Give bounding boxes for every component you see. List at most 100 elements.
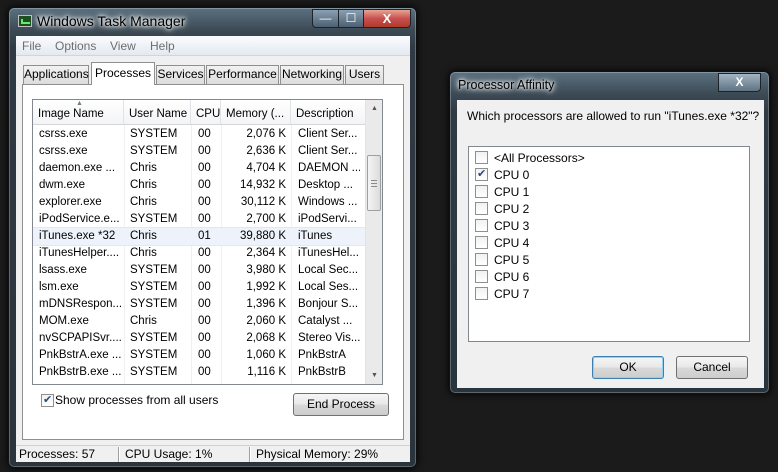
column-header-image-name[interactable]: ▲ Image Name — [33, 100, 124, 124]
column-header-description[interactable]: Description — [291, 100, 366, 124]
affinity-close-button[interactable]: X — [718, 73, 761, 92]
processor-label: CPU 4 — [494, 236, 530, 250]
tab-performance[interactable]: Performance — [206, 65, 279, 84]
table-row[interactable]: csrss.exe SYSTEM 00 2,636 K Client Ser... — [33, 143, 366, 160]
show-all-users-label[interactable]: Show processes from all users — [55, 393, 218, 407]
status-separator — [249, 447, 251, 462]
table-cell: 30,112 K — [240, 196, 286, 208]
processor-checkbox[interactable] — [475, 151, 488, 164]
table-row[interactable]: iTunes.exe *32 Chris 01 39,880 K iTunes — [33, 227, 367, 246]
table-cell: Bonjour S... — [298, 298, 359, 310]
tab-networking[interactable]: Networking — [280, 65, 344, 84]
table-cell: Client Ser... — [298, 128, 358, 140]
processor-label: CPU 6 — [494, 270, 530, 284]
table-row[interactable]: PnkBstrA.exe ... SYSTEM 00 1,060 K PnkBstrA — [33, 347, 366, 364]
maximize-button[interactable]: ☐ — [338, 9, 364, 28]
table-cell: Catalyst ... — [298, 315, 353, 327]
table-cell: 00 — [198, 332, 211, 344]
table-row[interactable]: nvSCPAPISvr.... SYSTEM 00 2,068 K Stereo Vis… — [33, 330, 366, 347]
table-cell: 00 — [198, 281, 211, 293]
cancel-button[interactable]: Cancel — [676, 356, 748, 379]
table-cell: 2,364 K — [246, 247, 286, 259]
table-cell: mDNSRespon... — [39, 298, 123, 310]
processor-checkbox[interactable] — [475, 167, 488, 181]
table-cell: SYSTEM — [130, 298, 178, 310]
table-cell: SYSTEM — [130, 281, 178, 293]
process-list[interactable]: ▲ Image Name User Name CPU Memory (... D… — [32, 99, 383, 385]
table-row[interactable]: explorer.exe Chris 00 30,112 K Windows ... — [33, 194, 366, 211]
table-row[interactable]: lsm.exe SYSTEM 00 1,992 K Local Ses... — [33, 279, 366, 296]
menu-help[interactable]: Help — [150, 39, 175, 53]
table-cell: 2,068 K — [246, 332, 286, 344]
task-manager-client: File Options View Help Applications Proc… — [16, 36, 410, 462]
task-manager-titlebar[interactable]: Windows Task Manager — ☐ X — [9, 8, 416, 34]
status-bar: Processes: 57 CPU Usage: 1% Physical Mem… — [16, 445, 410, 462]
table-cell: csrss.exe — [39, 145, 88, 157]
table-cell: 00 — [198, 196, 211, 208]
processor-label: CPU 2 — [494, 202, 530, 216]
processor-checkbox[interactable] — [475, 202, 488, 215]
table-row[interactable]: daemon.exe ... Chris 00 4,704 K DAEMON ... — [33, 160, 366, 177]
end-process-button[interactable]: End Process — [293, 393, 389, 416]
table-cell: 00 — [198, 213, 211, 225]
tab-applications[interactable]: Applications — [23, 65, 89, 84]
processor-checkbox[interactable] — [475, 236, 488, 249]
table-cell: Chris — [130, 230, 157, 242]
table-row[interactable]: mDNSRespon... SYSTEM 00 1,396 K Bonjour S... — [33, 296, 366, 313]
affinity-title: Processor Affinity — [458, 78, 555, 92]
table-cell: 1,060 K — [246, 349, 286, 361]
ok-button[interactable]: OK — [592, 356, 664, 379]
table-cell: iTunesHel... — [298, 247, 359, 259]
affinity-question: Which processors are allowed to run "iTu… — [467, 109, 760, 123]
scroll-down-arrow-icon[interactable]: ▼ — [366, 367, 382, 384]
table-row[interactable]: iPodService.e... SYSTEM 00 2,700 K iPodServi… — [33, 211, 366, 228]
table-cell: SYSTEM — [130, 264, 178, 276]
processor-checkbox[interactable] — [475, 185, 488, 198]
vertical-scrollbar[interactable]: ▲ ▼ — [365, 100, 382, 384]
table-cell: PnkBstrB.exe ... — [39, 366, 122, 378]
task-manager-title: Windows Task Manager — [37, 13, 186, 29]
status-separator — [118, 447, 120, 462]
affinity-titlebar[interactable]: Processor Affinity X — [450, 72, 769, 98]
table-cell: dwm.exe — [39, 179, 86, 191]
table-cell: 1,992 K — [246, 281, 286, 293]
table-cell: Desktop ... — [298, 179, 353, 191]
close-button[interactable]: X — [363, 9, 411, 28]
grip-line — [371, 183, 377, 184]
table-row[interactable]: lsass.exe SYSTEM 00 3,980 K Local Sec... — [33, 262, 366, 279]
table-row[interactable]: csrss.exe SYSTEM 00 2,076 K Client Ser... — [33, 126, 366, 143]
column-header-user-name[interactable]: User Name — [124, 100, 191, 124]
tab-services[interactable]: Services — [156, 65, 205, 84]
minimize-button[interactable]: — — [312, 9, 339, 28]
processor-checkbox[interactable] — [475, 219, 488, 232]
processor-checkbox[interactable] — [475, 270, 488, 283]
processor-checkbox[interactable] — [475, 253, 488, 266]
menu-options[interactable]: Options — [55, 39, 96, 53]
table-row[interactable]: PnkBstrB.exe ... SYSTEM 00 1,116 K PnkBstrB — [33, 364, 366, 381]
processor-label: CPU 7 — [494, 287, 530, 301]
tab-processes[interactable]: Processes — [91, 62, 155, 85]
show-all-users-checkbox[interactable] — [41, 393, 54, 407]
processor-checkbox[interactable] — [475, 287, 488, 300]
tab-users[interactable]: Users — [345, 65, 384, 84]
table-cell: 00 — [198, 349, 211, 361]
menu-file[interactable]: File — [22, 39, 41, 53]
table-row[interactable]: MOM.exe Chris 00 2,060 K Catalyst ... — [33, 313, 366, 330]
task-manager-window: Windows Task Manager — ☐ X File Options … — [8, 7, 417, 468]
table-cell: SYSTEM — [130, 366, 178, 378]
column-header-memory[interactable]: Memory (... — [221, 100, 291, 124]
scroll-up-arrow-icon[interactable]: ▲ — [366, 100, 382, 117]
column-header-cpu[interactable]: CPU — [191, 100, 221, 124]
table-cell: iTunesHelper.... — [39, 247, 120, 259]
scrollbar-thumb[interactable] — [367, 155, 381, 211]
table-cell: explorer.exe — [39, 196, 102, 208]
affinity-client: Which processors are allowed to run "iTu… — [457, 100, 764, 388]
menu-view[interactable]: View — [110, 39, 136, 53]
table-cell: 1,396 K — [246, 298, 286, 310]
table-row[interactable]: dwm.exe Chris 00 14,932 K Desktop ... — [33, 177, 366, 194]
table-cell: iTunes.exe *32 — [39, 230, 116, 242]
task-manager-icon — [18, 15, 32, 27]
table-cell: 00 — [198, 264, 211, 276]
table-row[interactable]: iTunesHelper.... Chris 00 2,364 K iTunesHel.… — [33, 245, 366, 262]
table-cell: Chris — [130, 179, 157, 191]
